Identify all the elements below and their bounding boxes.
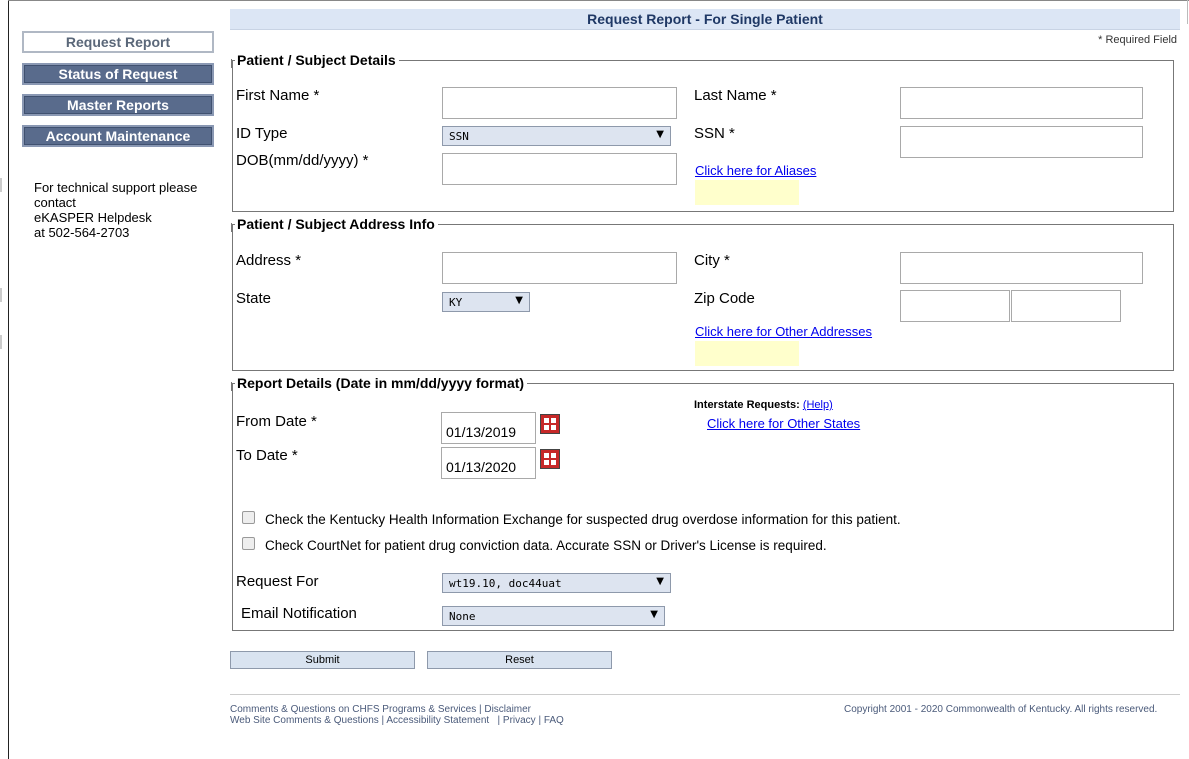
dob-label: DOB(mm/dd/yyyy) * <box>236 152 369 169</box>
patient-details-legend: Patient / Subject Details <box>231 52 399 68</box>
from-date-input[interactable] <box>441 412 536 444</box>
ssn-label: SSN * <box>694 125 735 142</box>
calendar-icon[interactable] <box>540 449 560 469</box>
copyright-text: Copyright 2001 - 2020 Commonwealth of Ke… <box>844 704 1158 715</box>
city-input[interactable] <box>900 252 1143 284</box>
state-label: State <box>236 290 272 307</box>
courtnet-checkbox[interactable] <box>242 537 255 550</box>
support-line-3: at 502-564-2703 <box>34 225 130 240</box>
report-details-legend: Report Details (Date in mm/dd/yyyy forma… <box>230 375 528 391</box>
frame-right-border <box>1187 0 1188 24</box>
interstate-requests: Interstate Requests: (Help) <box>694 399 833 411</box>
footer-links: Comments & Questions on CHFS Programs & … <box>230 704 564 726</box>
dob-input[interactable] <box>442 153 677 185</box>
id-type-select[interactable]: SSN ▼ <box>442 126 671 146</box>
other-states-link[interactable]: Click here for Other States <box>707 416 860 431</box>
dropdown-arrow-icon: ▼ <box>656 576 664 587</box>
email-notification-select[interactable]: None ▼ <box>442 606 665 626</box>
zip-input[interactable] <box>900 290 1010 322</box>
address-input[interactable] <box>442 252 677 284</box>
khie-checkbox[interactable] <box>242 511 255 524</box>
last-name-input[interactable] <box>900 87 1143 119</box>
zip-label: Zip Code <box>694 290 755 307</box>
frame-tick <box>0 335 2 349</box>
calendar-icon[interactable] <box>540 414 560 434</box>
email-notification-label: Email Notification <box>241 605 357 622</box>
nav-request-report[interactable]: Request Report <box>22 31 214 53</box>
first-name-label: First Name * <box>236 87 320 104</box>
zip-extension-input[interactable] <box>1011 290 1121 322</box>
page-title: Request Report - For Single Patient <box>230 9 1180 30</box>
email-notification-value: None <box>449 610 476 623</box>
required-field-note: * Required Field <box>1098 34 1177 46</box>
state-select[interactable]: KY ▼ <box>442 292 530 312</box>
footer-divider <box>230 694 1180 695</box>
frame-left-border <box>8 0 9 759</box>
support-line-1: For technical support please contact <box>34 180 198 210</box>
dropdown-arrow-icon: ▼ <box>656 129 664 140</box>
interstate-label: Interstate Requests: <box>694 399 800 411</box>
other-addresses-link[interactable]: Click here for Other Addresses <box>695 324 872 339</box>
to-date-input[interactable] <box>441 447 536 479</box>
dropdown-arrow-icon: ▼ <box>650 609 658 620</box>
dropdown-arrow-icon: ▼ <box>515 295 523 306</box>
help-link[interactable]: (Help) <box>803 399 833 411</box>
support-info: For technical support please contact eKA… <box>34 180 229 240</box>
khie-checkbox-label: Check the Kentucky Health Information Ex… <box>265 512 901 527</box>
id-type-label: ID Type <box>236 125 288 142</box>
report-details-section: Report Details (Date in mm/dd/yyyy forma… <box>230 375 1174 631</box>
address-legend: Patient / Subject Address Info <box>231 216 438 232</box>
support-line-2: eKASPER Helpdesk <box>34 210 152 225</box>
frame-tick <box>0 178 2 192</box>
other-addresses-highlight <box>695 341 799 366</box>
address-label: Address * <box>236 252 302 269</box>
id-type-value: SSN <box>449 130 469 143</box>
request-for-select[interactable]: wt19.10, doc44uat ▼ <box>442 573 671 593</box>
from-date-label: From Date * <box>236 413 317 430</box>
courtnet-checkbox-label: Check CourtNet for patient drug convicti… <box>265 538 827 553</box>
nav-status-of-request[interactable]: Status of Request <box>22 63 214 85</box>
frame-top-border <box>8 0 1189 1</box>
nav-master-reports[interactable]: Master Reports <box>22 94 214 116</box>
request-for-value: wt19.10, doc44uat <box>449 577 562 590</box>
state-value: KY <box>449 296 463 309</box>
first-name-input[interactable] <box>442 87 677 119</box>
footer-links-line-2[interactable]: Web Site Comments & Questions | Accessib… <box>230 715 564 726</box>
footer-links-line-1[interactable]: Comments & Questions on CHFS Programs & … <box>230 704 564 715</box>
request-for-label: Request For <box>236 573 319 590</box>
submit-button[interactable]: Submit <box>230 651 415 669</box>
last-name-label: Last Name * <box>694 87 777 104</box>
aliases-link[interactable]: Click here for Aliases <box>695 163 816 178</box>
frame-tick <box>0 288 2 302</box>
city-label: City * <box>694 252 730 269</box>
nav-account-maintenance[interactable]: Account Maintenance <box>22 125 214 147</box>
ssn-input[interactable] <box>900 126 1143 158</box>
reset-button[interactable]: Reset <box>427 651 612 669</box>
aliases-highlight <box>695 180 799 205</box>
to-date-label: To Date * <box>236 447 298 464</box>
